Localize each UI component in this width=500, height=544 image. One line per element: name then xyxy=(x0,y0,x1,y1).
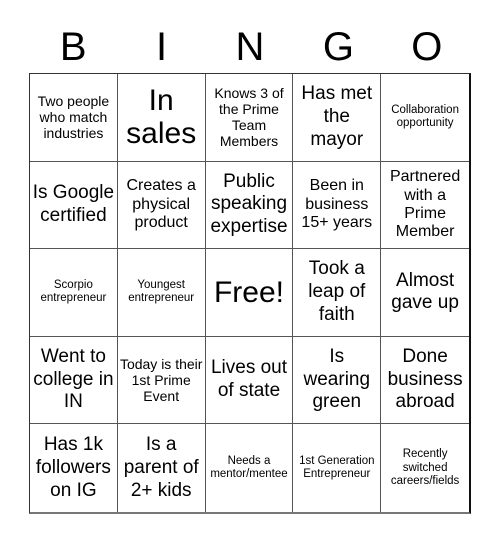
bingo-cell[interactable]: Almost gave up xyxy=(381,249,469,337)
bingo-cell[interactable]: Has met the mayor xyxy=(293,74,382,162)
bingo-cell[interactable]: Needs a mentor/mentee xyxy=(206,424,294,512)
header-letter-b: B xyxy=(59,25,87,69)
bingo-cell-label: Knows 3 of the Prime Team Members xyxy=(214,85,284,150)
bingo-cell[interactable]: Been in business 15+ years xyxy=(293,161,382,250)
bingo-cell-label: Youngest entrepreneur xyxy=(128,279,195,305)
bingo-cell[interactable]: Is wearing green xyxy=(293,336,382,425)
bingo-cell[interactable]: Has 1k followers on IG xyxy=(30,424,118,512)
bingo-cell-label: In sales xyxy=(126,84,197,151)
bingo-cell[interactable]: Collaboration opportunity xyxy=(381,74,469,162)
bingo-board: Two people who match industries In sales K… xyxy=(29,73,471,514)
bingo-cell-label: Is Google certified xyxy=(32,182,115,226)
bingo-cell[interactable]: Recently switched careers/fields xyxy=(381,424,469,512)
bingo-cell[interactable]: Is a parent of 2+ kids xyxy=(118,424,206,512)
bingo-cell[interactable]: Knows 3 of the Prime Team Members xyxy=(205,74,294,162)
header-letter-i: I xyxy=(156,25,168,69)
bingo-cell[interactable]: In sales xyxy=(117,74,206,162)
bingo-cell-label: Is wearing green xyxy=(303,345,371,413)
bingo-cell[interactable]: Scorpio entrepreneur xyxy=(30,249,118,337)
bingo-cell-label: Is a parent of 2+ kids xyxy=(123,433,199,501)
bingo-cell[interactable]: Creates a physical product xyxy=(117,161,206,250)
bingo-cell-label: Went to college in IN xyxy=(33,345,114,413)
bingo-cell-label: Free! xyxy=(213,275,284,309)
bingo-cell-label: Today is their 1st Prime Event xyxy=(119,355,203,405)
bingo-cell[interactable]: Went to college in IN xyxy=(30,336,118,425)
header-letter-n: N xyxy=(235,25,265,69)
bingo-cell[interactable]: Partnered with a Prime Member xyxy=(381,162,469,250)
bingo-cell-label: Creates a physical product xyxy=(126,177,196,232)
bingo-cell-label: Has met the mayor xyxy=(301,83,373,150)
bingo-cell-label: Been in business 15+ years xyxy=(301,177,373,232)
bingo-cell-label: Partnered with a Prime Member xyxy=(389,168,461,241)
bingo-cell-label: Collaboration opportunity xyxy=(391,104,459,130)
bingo-cell[interactable]: Done business abroad xyxy=(381,337,469,425)
bingo-cell-free-space[interactable]: Free! xyxy=(205,249,294,337)
bingo-cell-label: Almost gave up xyxy=(391,269,459,314)
bingo-cell[interactable]: Lives out of state xyxy=(205,336,294,425)
bingo-cell-label: Scorpio entrepreneur xyxy=(40,279,107,305)
bingo-cell[interactable]: Is Google certified xyxy=(30,161,118,250)
bingo-cell-label: Recently switched careers/fields xyxy=(390,448,460,487)
bingo-cell-label: Lives out of state xyxy=(210,357,288,402)
bingo-cell-label: Took a leap of faith xyxy=(308,258,366,325)
bingo-cell[interactable]: Took a leap of faith xyxy=(293,249,382,337)
bingo-cell[interactable]: 1st Generation Entrepreneur xyxy=(293,424,382,512)
bingo-cell-label: Has 1k followers on IG xyxy=(35,433,111,501)
bingo-cell-label: 1st Generation Entrepreneur xyxy=(299,454,375,481)
bingo-header: B I N G O xyxy=(29,22,471,72)
bingo-cell[interactable]: Two people who match industries xyxy=(30,74,118,162)
header-letter-o: O xyxy=(411,25,443,69)
bingo-cell-label: Done business abroad xyxy=(387,345,463,413)
bingo-cell[interactable]: Today is their 1st Prime Event xyxy=(117,336,206,425)
header-letter-g: G xyxy=(322,25,354,69)
bingo-cell-label: Needs a mentor/mentee xyxy=(210,454,288,481)
bingo-cell-label: Two people who match industries xyxy=(37,93,110,142)
bingo-cell[interactable]: Public speaking expertise xyxy=(205,161,294,250)
bingo-cell[interactable]: Youngest entrepreneur xyxy=(117,249,206,337)
bingo-cell-label: Public speaking expertise xyxy=(210,170,288,238)
